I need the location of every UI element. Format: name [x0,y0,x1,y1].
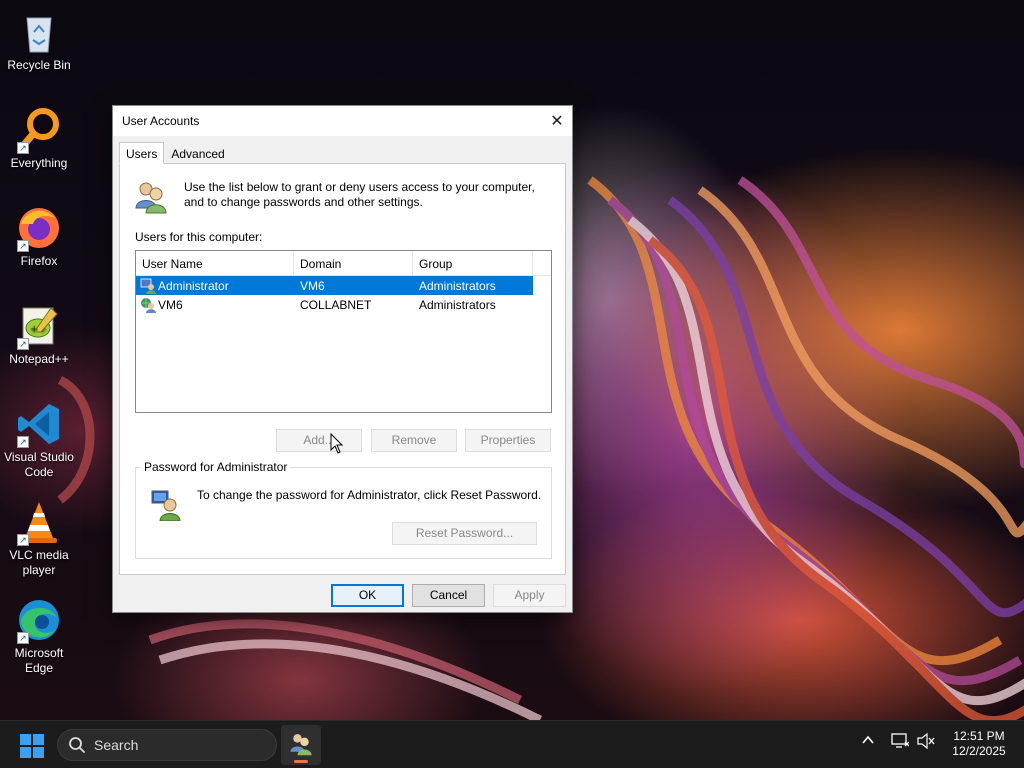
shortcut-arrow-icon: ↗ [17,142,29,154]
shortcut-arrow-icon: ↗ [17,632,29,644]
desktop-icon-vscode[interactable]: ↗ Visual Studio Code [0,400,78,480]
mouse-cursor-icon [330,432,344,458]
taskbar-app-user-accounts[interactable] [281,725,321,765]
start-button[interactable] [20,734,44,758]
tab-strip: Users Advanced [119,142,232,164]
desktop-icon-vlc[interactable]: ↗ VLC media player [0,498,78,578]
users-list-label: Users for this computer: [135,230,263,244]
taskbar: Search 12:51 PM 12/2/2025 [0,720,1024,768]
everything-search-icon: ↗ [15,106,63,154]
dialog-title: User Accounts [122,114,200,128]
ok-button[interactable]: OK [331,584,404,607]
user-row-administrator[interactable]: Administrator VM6 Administrators [136,276,533,295]
reset-password-button[interactable]: Reset Password... [392,522,537,545]
user-password-icon [150,489,182,522]
firefox-icon: ↗ [15,204,63,252]
shortcut-arrow-icon: ↗ [17,436,29,448]
recycle-bin-icon [15,8,63,56]
list-header: User Name Domain Group [136,251,551,276]
search-placeholder: Search [94,737,139,753]
group-cell: Administrators [419,297,496,312]
dialog-titlebar[interactable]: User Accounts ✕ [113,106,572,136]
close-button[interactable]: ✕ [542,106,572,136]
vscode-icon: ↗ [15,400,63,448]
desktop-icon-recycle-bin[interactable]: Recycle Bin [0,8,78,73]
clock-time: 12:51 PM [953,729,1005,743]
domain-cell: COLLABNET [300,297,372,312]
edge-icon: ↗ [15,596,63,644]
clock-date: 12/2/2025 [952,744,1006,758]
apply-button[interactable]: Apply [493,584,566,607]
tab-advanced[interactable]: Advanced [164,142,231,164]
desktop-icon-notepadpp[interactable]: ++ ↗ Notepad++ [0,302,78,367]
domain-user-icon [140,297,156,313]
users-icon [290,734,312,756]
group-cell: Administrators [419,278,496,293]
password-group-legend: Password for Administrator [141,460,291,474]
intro-text: Use the list below to grant or deny user… [184,180,535,209]
shortcut-arrow-icon: ↗ [17,240,29,252]
notepad-plus-plus-icon: ++ ↗ [15,302,63,350]
taskbar-clock[interactable]: 12:51 PM 12/2/2025 [944,729,1014,759]
network-icon[interactable] [891,733,910,752]
active-indicator [294,760,308,763]
tab-users[interactable]: Users [119,142,165,164]
remove-button[interactable]: Remove [371,429,457,452]
vlc-icon: ↗ [15,498,63,546]
column-header-domain[interactable]: Domain [294,251,413,275]
desktop-icon-firefox[interactable]: ↗ Firefox [0,204,78,269]
shortcut-arrow-icon: ↗ [17,534,29,546]
add-button[interactable]: Add... [276,429,362,452]
users-list[interactable]: User Name Domain Group Administrator VM6… [135,250,552,413]
desktop-icon-edge[interactable]: ↗ Microsoft Edge [0,596,78,676]
taskbar-search-box[interactable]: Search [57,729,277,761]
user-computer-icon [140,278,156,294]
password-instructions: To change the password for Administrator… [197,488,542,502]
windows-logo-icon [20,734,44,758]
column-header-user-name[interactable]: User Name [136,251,294,275]
search-icon [68,736,86,754]
show-hidden-icons-chevron-icon[interactable] [861,733,875,750]
shortcut-arrow-icon: ↗ [17,338,29,350]
volume-muted-icon[interactable] [917,732,935,752]
user-name-cell: Administrator [158,278,229,293]
cancel-button[interactable]: Cancel [412,584,485,607]
close-icon: ✕ [550,113,564,130]
user-accounts-dialog: User Accounts ✕ Users Advanced Use the l… [112,105,573,613]
password-groupbox: Password for Administrator To change the… [135,460,552,559]
users-tab-panel: Use the list below to grant or deny user… [119,163,566,575]
desktop-icon-everything[interactable]: ↗ Everything [0,106,78,171]
user-name-cell: VM6 [158,297,183,312]
domain-cell: VM6 [300,278,325,293]
user-row-vm6[interactable]: VM6 COLLABNET Administrators [136,295,551,314]
column-header-group[interactable]: Group [413,251,533,275]
properties-button[interactable]: Properties [465,429,551,452]
users-icon [134,180,168,214]
